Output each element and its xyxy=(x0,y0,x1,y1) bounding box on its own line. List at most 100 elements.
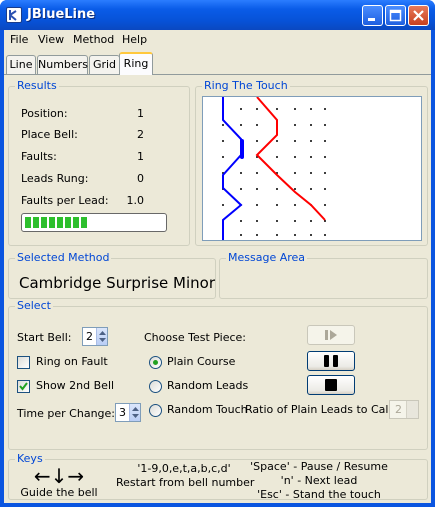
ring-the-touch-group: Ring The Touch xyxy=(195,79,428,246)
tab-strip: Line Numbers Grid Ring xyxy=(4,52,431,75)
progress-segment xyxy=(65,217,71,228)
position-label: Position: xyxy=(21,107,68,120)
grid-dot xyxy=(324,108,326,110)
progress-segment xyxy=(33,217,39,228)
grid-dot xyxy=(240,124,242,126)
time-per-change-spinner[interactable]: 3 xyxy=(115,403,141,422)
grid-dot xyxy=(310,124,312,126)
spinner-arrows-icon[interactable] xyxy=(129,404,140,421)
grid-dot xyxy=(310,156,312,158)
client-area: File View Method Help Line Numbers Grid … xyxy=(4,30,431,503)
start-bell-value: 2 xyxy=(86,330,93,343)
bell-keys-label: '1-9,0,e,t,a,b,c,d' xyxy=(137,462,231,475)
ratio-spinner: 2 xyxy=(389,400,419,419)
play-button[interactable] xyxy=(307,325,355,345)
ring-canvas[interactable] xyxy=(202,96,422,241)
grid-dot xyxy=(276,204,278,206)
app-window: JBlueLine File View Method Help Line Num… xyxy=(0,0,435,507)
minimize-button[interactable] xyxy=(362,5,383,26)
grid-dot xyxy=(324,156,326,158)
grid-dot xyxy=(240,234,242,236)
time-per-change-label: Time per Change: xyxy=(17,407,116,420)
grid-dot xyxy=(294,220,296,222)
grid-dot xyxy=(276,220,278,222)
results-group: Results Position: 1 Place Bell: 2 Faults… xyxy=(8,79,190,246)
blue-line-treble xyxy=(222,97,243,240)
progress-segment xyxy=(57,217,63,228)
play-icon xyxy=(325,330,337,340)
grid-dot xyxy=(294,140,296,142)
grid-dot xyxy=(240,220,242,222)
grid-dot xyxy=(256,234,258,236)
pause-button[interactable] xyxy=(307,351,355,371)
results-title: Results xyxy=(15,79,59,92)
time-per-change-value: 3 xyxy=(119,406,126,419)
grid-dot xyxy=(256,188,258,190)
random-touch-radio[interactable] xyxy=(149,404,162,417)
maximize-button[interactable] xyxy=(385,5,406,26)
message-area-group: Message Area xyxy=(219,251,428,299)
grid-dot xyxy=(256,172,258,174)
grid-dot xyxy=(310,140,312,142)
grid-dot xyxy=(240,172,242,174)
grid-dot xyxy=(310,220,312,222)
red-line-working-bell xyxy=(255,96,326,221)
faults-label: Faults: xyxy=(21,150,57,163)
progress-segment xyxy=(73,217,79,228)
select-title: Select xyxy=(15,299,53,312)
esc-key-label: 'Esc' - Stand the touch xyxy=(257,488,381,501)
tab-line[interactable]: Line xyxy=(6,55,36,74)
grid-dot xyxy=(294,156,296,158)
ring-on-fault-label[interactable]: Ring on Fault xyxy=(36,355,108,368)
grid-dot xyxy=(310,172,312,174)
grid-dot xyxy=(324,234,326,236)
grid-dot xyxy=(294,234,296,236)
progress-segment xyxy=(41,217,47,228)
selected-method-group: Selected Method Cambridge Surprise Minor xyxy=(8,251,216,299)
window-title: JBlueLine xyxy=(27,7,96,22)
select-group: Select Start Bell: 2 Ring on Fault Show … xyxy=(8,299,428,450)
start-bell-spinner[interactable]: 2 xyxy=(82,327,108,346)
spinner-arrows-icon xyxy=(406,401,418,418)
random-leads-radio[interactable] xyxy=(149,380,162,393)
results-progress-bar xyxy=(21,213,167,232)
ring-on-fault-checkbox[interactable] xyxy=(17,356,30,369)
menu-bar: File View Method Help xyxy=(4,30,431,50)
menu-file[interactable]: File xyxy=(10,33,28,46)
random-leads-label[interactable]: Random Leads xyxy=(167,379,248,392)
title-bar[interactable]: JBlueLine xyxy=(0,0,435,30)
faults-per-lead-value: 1.0 xyxy=(126,194,145,207)
ratio-label: Ratio of Plain Leads to Calls: xyxy=(245,403,401,416)
ring-tab-panel: Results Position: 1 Place Bell: 2 Faults… xyxy=(4,74,431,503)
ring-the-touch-title: Ring The Touch xyxy=(202,79,290,92)
space-key-label: 'Space' - Pause / Resume xyxy=(250,460,388,473)
grid-dot xyxy=(222,124,224,126)
tab-grid[interactable]: Grid xyxy=(89,55,120,74)
tab-numbers[interactable]: Numbers xyxy=(37,55,88,74)
place-bell-value: 2 xyxy=(137,128,144,141)
grid-dot xyxy=(324,188,326,190)
stop-button[interactable] xyxy=(307,375,355,395)
spinner-arrows-icon[interactable] xyxy=(96,328,107,345)
restart-label: Restart from bell number xyxy=(116,476,255,489)
menu-view[interactable]: View xyxy=(38,33,64,46)
menu-help[interactable]: Help xyxy=(122,33,147,46)
show-2nd-bell-label[interactable]: Show 2nd Bell xyxy=(36,379,114,392)
keys-group: Keys ←↓→ Guide the bell '1-9,0,e,t,a,b,c… xyxy=(8,452,428,501)
close-button[interactable] xyxy=(408,5,429,26)
grid-dot xyxy=(310,234,312,236)
menu-method[interactable]: Method xyxy=(73,33,114,46)
random-touch-label[interactable]: Random Touch xyxy=(167,403,248,416)
grid-dot xyxy=(294,204,296,206)
grid-dot xyxy=(256,140,258,142)
test-piece-label: Choose Test Piece: xyxy=(144,331,247,344)
grid-dot xyxy=(294,124,296,126)
plain-course-radio[interactable] xyxy=(149,356,162,369)
stop-icon xyxy=(325,379,337,391)
tab-ring[interactable]: Ring xyxy=(119,52,153,75)
grid-dot xyxy=(276,108,278,110)
grid-dot xyxy=(294,108,296,110)
show-2nd-bell-checkbox[interactable] xyxy=(17,380,30,393)
blue-line-current-marker xyxy=(240,139,244,159)
plain-course-label[interactable]: Plain Course xyxy=(167,355,235,368)
